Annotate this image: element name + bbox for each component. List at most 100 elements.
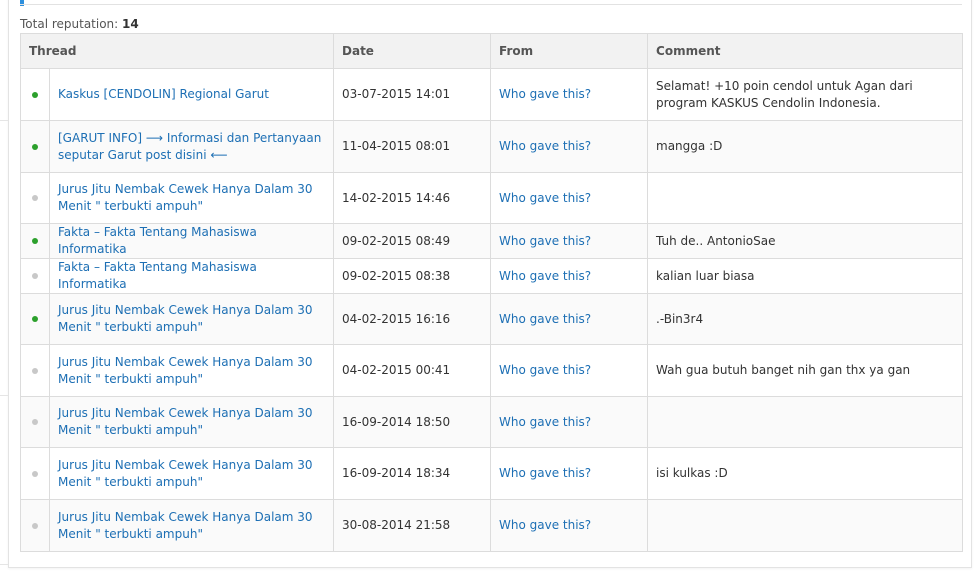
comment-cell: .-Bin3r4	[647, 293, 964, 345]
thread-cell: Jurus Jitu Nembak Cewek Hanya Dalam 30 M…	[48, 499, 335, 552]
positive-status-dot-icon	[32, 238, 38, 244]
who-gave-this-link[interactable]: Who gave this?	[499, 234, 591, 248]
status-cell	[20, 68, 50, 121]
thread-cell: Fakta – Fakta Tentang Mahasiswa Informat…	[48, 258, 335, 294]
status-cell	[20, 344, 50, 397]
table-row: [GARUT INFO] ⟶ Informasi dan Pertanyaan …	[20, 120, 964, 173]
date-cell: 09-02-2015 08:38	[333, 258, 492, 294]
thread-link[interactable]: Jurus Jitu Nembak Cewek Hanya Dalam 30 M…	[58, 355, 313, 386]
date-cell: 16-09-2014 18:34	[333, 447, 492, 500]
comment-cell: mangga :D	[647, 120, 964, 173]
date-cell: 09-02-2015 08:49	[333, 223, 492, 259]
date-cell: 30-08-2014 21:58	[333, 499, 492, 552]
comment-cell	[647, 396, 964, 448]
comment-cell	[647, 172, 964, 224]
neutral-status-dot-icon	[32, 367, 38, 374]
positive-status-dot-icon	[32, 143, 38, 150]
thread-cell: Fakta – Fakta Tentang Mahasiswa Informat…	[48, 223, 335, 259]
from-cell: Who gave this?	[490, 293, 649, 345]
from-cell: Who gave this?	[490, 447, 649, 500]
total-reputation-label: Total reputation:	[20, 17, 119, 31]
total-reputation-value: 14	[122, 17, 139, 31]
who-gave-this-link[interactable]: Who gave this?	[499, 415, 591, 429]
total-reputation: Total reputation: 14	[20, 17, 139, 31]
table-row: Jurus Jitu Nembak Cewek Hanya Dalam 30 M…	[20, 293, 964, 345]
date-cell: 04-02-2015 16:16	[333, 293, 492, 345]
comment-cell	[647, 499, 964, 552]
status-cell	[20, 120, 50, 173]
table-row: Jurus Jitu Nembak Cewek Hanya Dalam 30 M…	[20, 172, 964, 224]
neutral-status-dot-icon	[32, 419, 38, 425]
divider	[0, 564, 8, 565]
who-gave-this-link[interactable]: Who gave this?	[499, 139, 591, 153]
from-cell: Who gave this?	[490, 172, 649, 224]
from-cell: Who gave this?	[490, 499, 649, 552]
neutral-status-dot-icon	[32, 273, 38, 279]
status-cell	[20, 293, 50, 345]
comment-cell: isi kulkas :D	[647, 447, 964, 500]
date-cell: 11-04-2015 08:01	[333, 120, 492, 173]
date-cell: 04-02-2015 00:41	[333, 344, 492, 397]
thread-cell: Jurus Jitu Nembak Cewek Hanya Dalam 30 M…	[48, 172, 335, 224]
status-cell	[20, 223, 50, 259]
status-cell	[20, 499, 50, 552]
table-row: Jurus Jitu Nembak Cewek Hanya Dalam 30 M…	[20, 499, 964, 552]
from-cell: Who gave this?	[490, 396, 649, 448]
thread-cell: [GARUT INFO] ⟶ Informasi dan Pertanyaan …	[48, 120, 335, 173]
column-header-comment[interactable]: Comment	[647, 33, 964, 69]
from-cell: Who gave this?	[490, 120, 649, 173]
status-cell	[20, 172, 50, 224]
divider	[0, 395, 8, 396]
table-header-row: Thread Date From Comment	[19, 33, 964, 69]
thread-link[interactable]: Jurus Jitu Nembak Cewek Hanya Dalam 30 M…	[58, 458, 313, 489]
thread-cell: Jurus Jitu Nembak Cewek Hanya Dalam 30 M…	[48, 396, 335, 448]
from-cell: Who gave this?	[490, 344, 649, 397]
column-header-thread[interactable]: Thread	[19, 33, 335, 69]
thread-cell: Jurus Jitu Nembak Cewek Hanya Dalam 30 M…	[48, 447, 335, 500]
table-row: Kaskus [CENDOLIN] Regional Garut 03-07-20…	[20, 68, 964, 121]
who-gave-this-link[interactable]: Who gave this?	[499, 312, 591, 326]
comment-cell: Tuh de.. AntonioSae	[647, 223, 964, 259]
who-gave-this-link[interactable]: Who gave this?	[499, 87, 591, 101]
thread-link[interactable]: Jurus Jitu Nembak Cewek Hanya Dalam 30 M…	[58, 182, 313, 213]
reputation-table: Thread Date From Comment Kaskus [CENDOLI…	[19, 33, 964, 552]
date-cell: 03-07-2015 14:01	[333, 68, 492, 121]
table-row: Jurus Jitu Nembak Cewek Hanya Dalam 30 M…	[20, 344, 964, 397]
who-gave-this-link[interactable]: Who gave this?	[499, 518, 591, 532]
thread-link[interactable]: Jurus Jitu Nembak Cewek Hanya Dalam 30 M…	[58, 303, 313, 334]
comment-cell: kalian luar biasa	[647, 258, 964, 294]
positive-status-dot-icon	[32, 316, 38, 322]
who-gave-this-link[interactable]: Who gave this?	[499, 466, 591, 480]
neutral-status-dot-icon	[32, 522, 38, 529]
thread-link[interactable]: Jurus Jitu Nembak Cewek Hanya Dalam 30 M…	[58, 510, 313, 541]
thread-cell: Jurus Jitu Nembak Cewek Hanya Dalam 30 M…	[48, 293, 335, 345]
column-header-from[interactable]: From	[490, 33, 649, 69]
thread-cell: Kaskus [CENDOLIN] Regional Garut	[48, 68, 335, 121]
table-row: Fakta – Fakta Tentang Mahasiswa Informat…	[20, 258, 964, 294]
table-body: Kaskus [CENDOLIN] Regional Garut 03-07-20…	[20, 68, 964, 552]
divider	[20, 4, 962, 5]
table-row: Fakta – Fakta Tentang Mahasiswa Informat…	[20, 223, 964, 259]
status-cell	[20, 447, 50, 500]
who-gave-this-link[interactable]: Who gave this?	[499, 191, 591, 205]
date-cell: 14-02-2015 14:46	[333, 172, 492, 224]
column-header-date[interactable]: Date	[333, 33, 492, 69]
table-row: Jurus Jitu Nembak Cewek Hanya Dalam 30 M…	[20, 396, 964, 448]
status-cell	[20, 396, 50, 448]
comment-cell: Selamat! +10 poin cendol untuk Agan dari…	[647, 68, 964, 121]
divider	[0, 120, 8, 121]
status-cell	[20, 258, 50, 294]
from-cell: Who gave this?	[490, 223, 649, 259]
who-gave-this-link[interactable]: Who gave this?	[499, 363, 591, 377]
comment-cell: Wah gua butuh banget nih gan thx ya gan	[647, 344, 964, 397]
thread-cell: Jurus Jitu Nembak Cewek Hanya Dalam 30 M…	[48, 344, 335, 397]
who-gave-this-link[interactable]: Who gave this?	[499, 269, 591, 283]
neutral-status-dot-icon	[32, 195, 38, 201]
thread-link[interactable]: [GARUT INFO] ⟶ Informasi dan Pertanyaan …	[58, 131, 321, 162]
table-row: Jurus Jitu Nembak Cewek Hanya Dalam 30 M…	[20, 447, 964, 500]
thread-link[interactable]: Jurus Jitu Nembak Cewek Hanya Dalam 30 M…	[58, 406, 313, 437]
thread-link[interactable]: Fakta – Fakta Tentang Mahasiswa Informat…	[58, 260, 257, 291]
thread-link[interactable]: Kaskus [CENDOLIN] Regional Garut	[58, 87, 269, 101]
thread-link[interactable]: Fakta – Fakta Tentang Mahasiswa Informat…	[58, 225, 257, 256]
from-cell: Who gave this?	[490, 68, 649, 121]
